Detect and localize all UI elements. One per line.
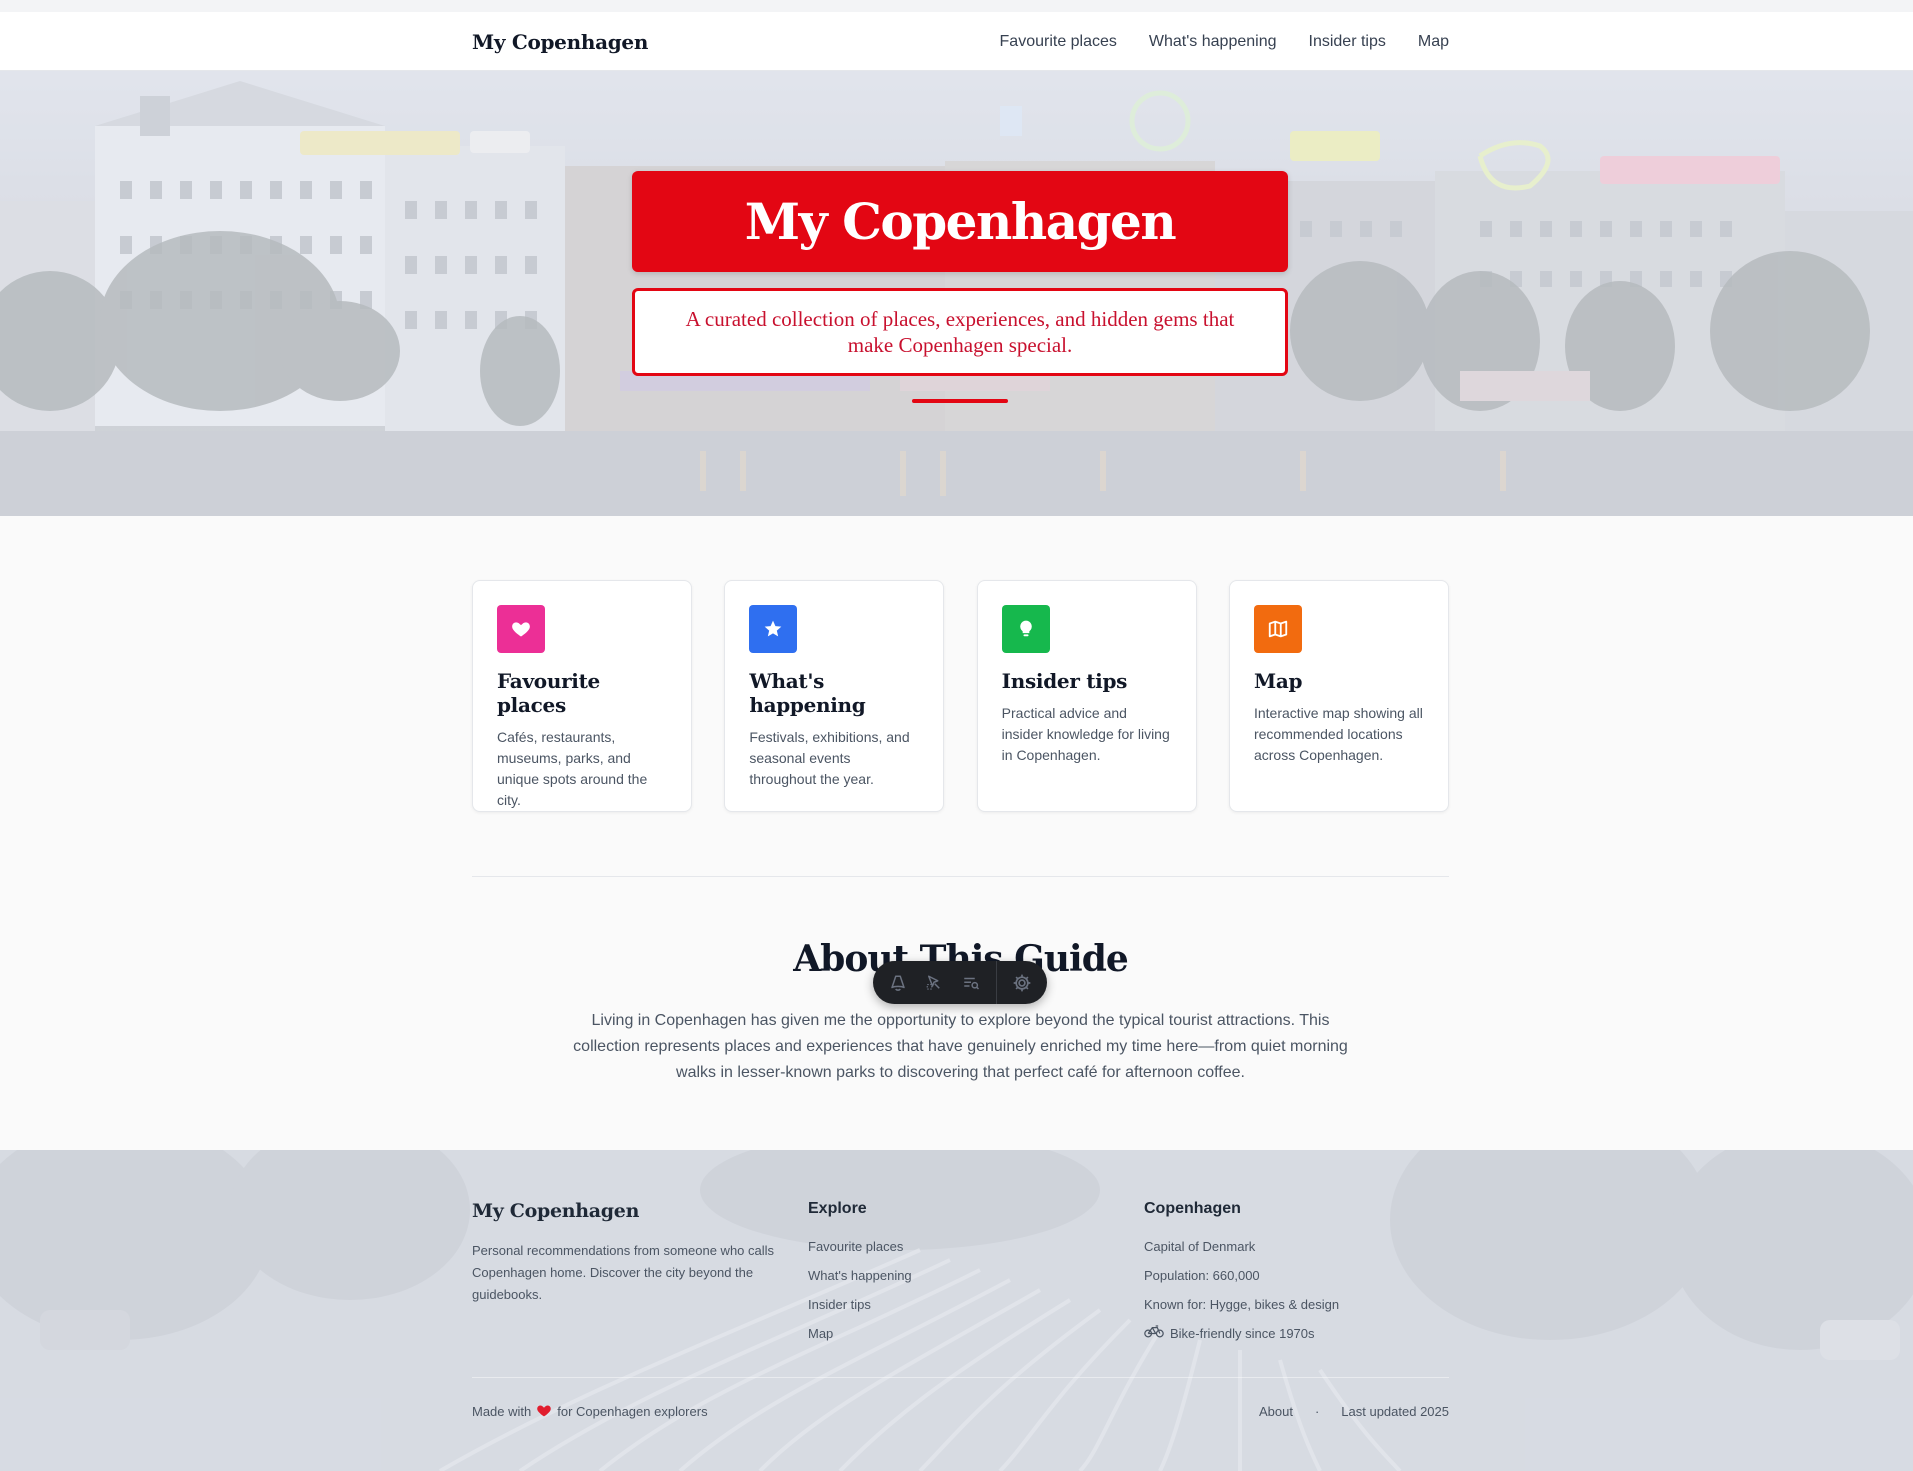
footer-city-column: Copenhagen Capital of Denmark Population… [1144, 1200, 1339, 1348]
map-icon [1253, 605, 1302, 653]
nav-link-favourite-places[interactable]: Favourite places [1000, 33, 1117, 51]
section-divider [472, 876, 1449, 877]
footer-brand: My Copenhagen [472, 1200, 640, 1222]
hero-subtitle: A curated collection of places, experien… [685, 307, 1235, 357]
settings-gear-icon[interactable] [1011, 969, 1033, 997]
nav-link-insider-tips[interactable]: Insider tips [1309, 33, 1386, 51]
footer-fact: Known for: Hygge, bikes & design [1144, 1297, 1340, 1312]
card-favourite-places[interactable]: Favourite places Cafés, restaurants, mus… [472, 580, 692, 812]
made-with-note: Made with for Copenhagen explorers [472, 1403, 708, 1420]
footer-bottom-bar: Made with for Copenhagen explorers About… [472, 1403, 1449, 1420]
card-whats-happening[interactable]: What's happening Festivals, exhibitions,… [724, 580, 945, 812]
footer-link-map[interactable]: Map [808, 1319, 912, 1348]
cursor-inspect-icon[interactable] [923, 969, 945, 997]
hero-section: My Copenhagen A curated collection of pl… [0, 71, 1913, 516]
top-navbar: My Copenhagen Favourite places What's ha… [0, 12, 1913, 71]
footer-fact-bike: Bike-friendly since 1970s [1144, 1319, 1339, 1348]
made-with-prefix: Made with [472, 1404, 532, 1419]
hero-title-banner: My Copenhagen [632, 171, 1288, 272]
hero-subtitle-box: A curated collection of places, experien… [632, 288, 1288, 376]
site-brand[interactable]: My Copenhagen [472, 30, 648, 54]
card-description: Practical advice and insider knowledge f… [1001, 705, 1170, 763]
last-updated: Last updated 2025 [1341, 1404, 1449, 1419]
footer-explore-heading: Explore [808, 1200, 867, 1217]
card-description: Cafés, restaurants, museums, parks, and … [497, 729, 648, 808]
footer-fact: Capital of Denmark [1144, 1239, 1256, 1254]
footer-description: Personal recommendations from someone wh… [472, 1243, 775, 1302]
star-icon [749, 605, 798, 653]
about-text: Living in Copenhagen has given me the op… [573, 1012, 1348, 1081]
footer-fact: Population: 660,000 [1144, 1268, 1260, 1283]
hero-title: My Copenhagen [744, 192, 1177, 251]
card-title: Favourite places [497, 669, 600, 717]
footer-veil-overlay [0, 1150, 1913, 1471]
footer-meta: About · Last updated 2025 [1259, 1403, 1449, 1420]
footer-separator: · [1314, 1404, 1320, 1419]
footer-link-whats-happening[interactable]: What's happening [808, 1261, 912, 1290]
audit-list-icon[interactable] [960, 969, 982, 997]
footer-city-facts: Capital of Denmark Population: 660,000 K… [1144, 1232, 1339, 1348]
footer-about-column: My Copenhagen Personal recommendations f… [472, 1200, 782, 1306]
card-insider-tips[interactable]: Insider tips Practical advice and inside… [976, 580, 1197, 812]
footer-link-favourite-places[interactable]: Favourite places [808, 1232, 912, 1261]
footer-link-insider-tips[interactable]: Insider tips [808, 1290, 912, 1319]
card-description: Interactive map showing all recommended … [1253, 705, 1423, 763]
nav-link-whats-happening[interactable]: What's happening [1149, 33, 1277, 51]
navbar-inner: My Copenhagen Favourite places What's ha… [472, 12, 1449, 71]
footer-fact-text: Bike-friendly since 1970s [1170, 1326, 1315, 1341]
bicycle-icon [1144, 1319, 1164, 1348]
card-title: What's happening [749, 669, 866, 717]
main-nav: Favourite places What's happening Inside… [1000, 33, 1449, 51]
nav-link-map[interactable]: Map [1418, 33, 1449, 51]
footer-explore-column: Explore Favourite places What's happenin… [808, 1200, 912, 1348]
dev-toolbar [873, 961, 1047, 1004]
feature-cards: Favourite places Cafés, restaurants, mus… [472, 580, 1449, 812]
footer-about-link[interactable]: About [1259, 1404, 1293, 1419]
heart-emoji-icon [536, 1403, 552, 1420]
made-with-suffix: for Copenhagen explorers [557, 1404, 708, 1419]
browser-top-strip [0, 0, 1913, 12]
footer-divider [472, 1377, 1449, 1378]
card-description: Festivals, exhibitions, and seasonal eve… [749, 729, 910, 787]
astro-icon[interactable] [887, 969, 909, 997]
lightbulb-icon [1001, 605, 1050, 653]
card-title: Map [1253, 669, 1303, 693]
footer-city-heading: Copenhagen [1144, 1200, 1241, 1217]
card-map[interactable]: Map Interactive map showing all recommen… [1228, 580, 1449, 812]
hero-accent-underline [912, 399, 1008, 403]
footer-explore-list: Favourite places What's happening Inside… [808, 1232, 912, 1348]
heart-icon [497, 605, 545, 653]
card-title: Insider tips [1001, 669, 1128, 693]
toolbar-separator [995, 961, 997, 1004]
site-footer: My Copenhagen Personal recommendations f… [0, 1150, 1913, 1471]
